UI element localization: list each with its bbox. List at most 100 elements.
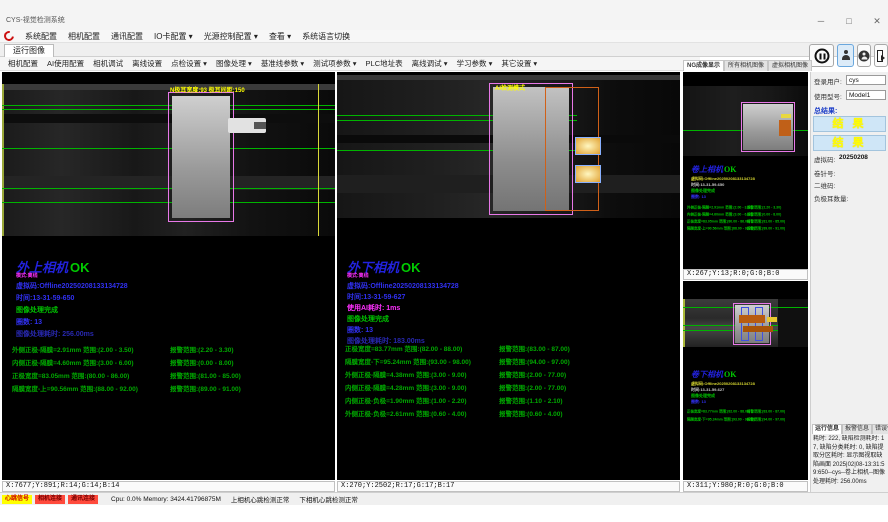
- pause-button[interactable]: [809, 44, 834, 67]
- measurement-value: 内侧正极-隔膜=4.60mm 范围:(3.00 - 6.00): [687, 212, 752, 217]
- user-icon: [841, 49, 851, 63]
- capture-time: 时间:13-31-59-650: [16, 293, 74, 303]
- measurement-value: 外侧正极-隔膜=4.38mm 范围:(3.00 - 9.00): [345, 369, 467, 379]
- menu-light-config[interactable]: 光源控制配置 ▾: [204, 31, 258, 42]
- view-tab-all-cameras[interactable]: 所有相机图像: [724, 60, 768, 71]
- measurement-alarm: 报警范围:(89.00 - 91.00): [747, 226, 785, 231]
- camera-connect-badge: 相机连接: [35, 495, 65, 504]
- model-field[interactable]: Model1: [846, 90, 886, 100]
- turn-count: 圈数: 13: [691, 194, 706, 200]
- info-panel: 登录用户: cys 使用型号: Model1 总结果: 结 果 结 果 虚拟码:…: [810, 72, 888, 492]
- tool-image-processing[interactable]: 图像处理 ▾: [216, 58, 252, 69]
- camera-panel-roll-upper[interactable]: 卷上相机OK 虚拟码:Offline20250208133134728 时间:1…: [683, 72, 808, 269]
- menu-language-switch[interactable]: 系统语言切换: [302, 31, 350, 42]
- camera-image-roll-upper[interactable]: [683, 86, 808, 156]
- measurement-alarm: 报警范围:(2.20 - 3.30): [747, 205, 781, 210]
- menu-camera-config[interactable]: 相机配置: [68, 31, 100, 42]
- login-user-field[interactable]: cys: [846, 75, 886, 85]
- measurement-row: 内侧正极-隔膜=4.28mm 范围:(3.00 - 9.00)报警范围:(2.0…: [337, 382, 680, 390]
- tool-baseline-params[interactable]: 基准线参数 ▾: [261, 58, 304, 69]
- tool-other-settings[interactable]: 其它设置 ▾: [501, 58, 537, 69]
- toolbar: 相机配置 AI使用配置 相机调试 离线设置 点检设置 ▾ 图像处理 ▾ 基准线参…: [0, 57, 700, 71]
- camera-result-title: 卷上相机OK: [691, 164, 736, 175]
- virtual-code: 虚拟码:Offline20250208133134728: [16, 281, 128, 291]
- camera-name: 卷上相机: [691, 165, 723, 174]
- tool-offline-settings[interactable]: 离线设置: [132, 58, 162, 69]
- status-bar: 心跳信号 相机连接 通讯连接 Cpu: 0.0% Memory: 3424.41…: [0, 492, 888, 505]
- measurement-alarm: 报警范围:(0.00 - 8.00): [170, 357, 234, 367]
- log-text: 耗时: 222, 缺陷检测耗时: 17, 缺陷分类耗时: 0, 缺陷提取分区耗时…: [813, 435, 886, 490]
- window-controls: ─ □ ✕: [814, 16, 884, 27]
- tab-foil-highlight: [575, 165, 601, 183]
- measurement-value: 正极宽度=83.77mm 范围:(82.00 - 88.00): [345, 343, 462, 353]
- log-tab-run-info[interactable]: 运行信息: [812, 424, 842, 434]
- tool-offline-debug[interactable]: 离线调试 ▾: [412, 58, 448, 69]
- log-tab-error-info[interactable]: 错误信息: [872, 424, 888, 434]
- view-tabs: NG成像显示 所有相机图像 虚拟相机图像: [683, 60, 812, 71]
- process-done: 图像处理完成: [691, 393, 715, 399]
- minimize-button[interactable]: ─: [814, 16, 828, 27]
- camera-mode: 模式:离线: [347, 271, 369, 279]
- operator-button[interactable]: [857, 44, 872, 67]
- measurement-value: 外侧正极-隔膜=2.91mm 范围:(2.00 - 3.50): [687, 205, 752, 210]
- camera-panel-outer-upper[interactable]: N极耳宽度:93 极耳间距:150 外上相机OK 模式:离线 虚拟码:Offli…: [2, 72, 335, 480]
- measurement-value: 外侧正极-负极=2.61mm 范围:(0.60 - 4.00): [345, 408, 467, 418]
- menu-system-config[interactable]: 系统配置: [25, 31, 57, 42]
- login-user-label: 登录用户:: [814, 76, 842, 86]
- measurement-alarm: 报警范围:(94.00 - 97.00): [747, 417, 785, 422]
- measurement-value: 隔膜宽度-下=95.24mm 范围:(93.00 - 98.00): [687, 417, 755, 422]
- measurement-row: 内侧正极-隔膜=4.60mm 范围:(3.00 - 6.00)报警范围:(0.0…: [2, 357, 335, 365]
- camera-image-outer-lower[interactable]: AI检测模式: [337, 75, 680, 218]
- tab-foil-highlight: [779, 120, 791, 136]
- tool-spotcheck-settings[interactable]: 点检设置 ▾: [171, 58, 207, 69]
- menu-comm-config[interactable]: 通讯配置: [111, 31, 143, 42]
- menu-io-config[interactable]: IO卡配置 ▾: [154, 31, 193, 42]
- logout-button[interactable]: [874, 44, 888, 67]
- image-annotation: N极耳宽度:93 极耳间距:150: [170, 85, 245, 94]
- camera-panel-roll-lower[interactable]: 卷下相机OK 虚拟码:Offline20250208133134728 时间:1…: [683, 281, 808, 480]
- defect-label-overlay: [743, 326, 773, 332]
- maximize-button[interactable]: □: [842, 16, 856, 27]
- camera-image-outer-upper[interactable]: N极耳宽度:93 极耳间距:150: [2, 84, 335, 236]
- camera-ok-status: OK: [401, 260, 421, 275]
- turn-count: 圈数: 13: [691, 399, 706, 405]
- pin-number-label: 卷针号:: [814, 168, 835, 178]
- menu-view[interactable]: 查看 ▾: [269, 31, 291, 42]
- measurement-value: 隔膜宽度-上=90.56mm 范围:(88.00 - 92.00): [12, 383, 138, 393]
- camera-panel-outer-lower[interactable]: AI检测模式 外下相机OK 模式:离线 虚拟码:Offline202502081…: [337, 72, 680, 480]
- tool-camera-debug[interactable]: 相机调试: [93, 58, 123, 69]
- tool-learn-params[interactable]: 学习参数 ▾: [456, 58, 492, 69]
- marker-overlay: [767, 317, 777, 322]
- measurement-value: 正极宽度=83.77mm 范围:(82.00 - 88.00): [687, 409, 750, 414]
- measurement-alarm: 报警范围:(81.00 - 85.00): [747, 219, 785, 224]
- close-button[interactable]: ✕: [870, 16, 884, 27]
- tab-connector-tip: [254, 122, 266, 129]
- camera-ok-status: OK: [724, 165, 736, 174]
- heartbeat-badge: 心跳信号: [2, 495, 32, 504]
- measurement-alarm: 报警范围:(94.00 - 97.00): [499, 356, 570, 366]
- virtual-code: 虚拟码:Offline20250208133134728: [691, 176, 755, 182]
- user-button[interactable]: [837, 44, 854, 67]
- coords-bar-outer-upper: X:7677;Y:891;R:14;G:14;B:14: [2, 481, 335, 492]
- view-tab-virtual-cameras[interactable]: 虚拟相机图像: [768, 60, 812, 71]
- defect-rect-overlay: [755, 307, 763, 341]
- camera-mode: 模式:离线: [16, 271, 38, 279]
- ai-elapsed: 使用AI耗时: 1ms: [347, 303, 400, 313]
- process-done: 图像处理完成: [691, 188, 715, 194]
- trigger-line-overlay: [318, 84, 319, 236]
- tool-test-params[interactable]: 测试项参数 ▾: [313, 58, 356, 69]
- result-badge-upper: 结 果: [813, 116, 886, 132]
- camera-image-roll-lower[interactable]: [683, 299, 808, 347]
- measurement-alarm: 报警范围:(81.00 - 85.00): [170, 370, 241, 380]
- log-tab-alarm-info[interactable]: 报警信息: [842, 424, 872, 434]
- view-tab-ng-display[interactable]: NG成像显示: [683, 60, 724, 71]
- tool-camera-config[interactable]: 相机配置: [8, 58, 38, 69]
- measurement-row: 外侧正极-隔膜=2.91mm 范围:(2.00 - 3.50)报警范围:(2.2…: [2, 344, 335, 352]
- measurement-value: 外侧正极-隔膜=2.91mm 范围:(2.00 - 3.50): [12, 344, 134, 354]
- exit-arrow-icon: [881, 55, 885, 61]
- tool-ai-config[interactable]: AI使用配置: [47, 58, 84, 69]
- tool-plc-address[interactable]: PLC地址表: [366, 58, 403, 69]
- process-done: 图像处理完成: [347, 314, 389, 324]
- tab-run-image[interactable]: 运行图像: [4, 44, 54, 57]
- turn-count: 圈数: 13: [347, 325, 373, 335]
